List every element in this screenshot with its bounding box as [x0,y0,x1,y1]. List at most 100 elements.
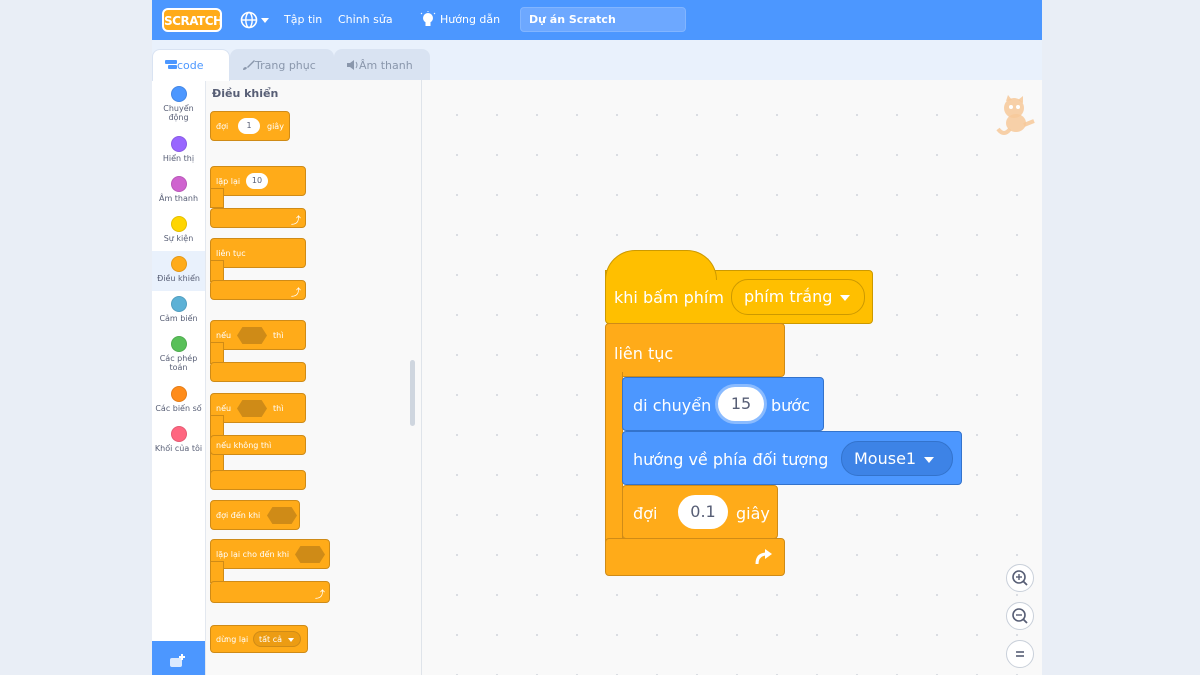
block-label: lặp lại [216,177,241,186]
category-color-dot [170,136,187,152]
c-block-foot: ⤴ [210,208,306,228]
globe-icon[interactable] [240,11,258,29]
c-block-foot: ⤴ [210,280,306,300]
chevron-down-icon [840,294,851,301]
lightbulb-icon[interactable] [420,11,436,29]
menu-edit[interactable]: Chỉnh sửa [338,0,393,40]
tab-costumes[interactable]: Trang phục [230,49,334,80]
zoom-out-button[interactable] [1006,602,1034,630]
palette-block-forever[interactable]: liên tục [210,238,306,268]
block-label: liên tục [216,249,246,258]
editor-tabs: Âm thanh Trang phục code [152,40,1042,81]
block-label: nếu không thì [216,441,272,450]
category-menu: Chuyển động Hiển thị Âm thanh Sự kiện Đi… [152,80,206,675]
tab-costumes-label: Trang phục [255,59,316,72]
block-label: nếu [216,404,232,413]
tab-code[interactable]: code [152,49,230,81]
category-label: Âm thanh [158,194,199,203]
zoom-reset-button[interactable] [1006,640,1034,668]
category-motion[interactable]: Chuyển động [152,86,205,122]
target-dropdown[interactable]: Mouse1 [841,441,953,476]
palette-block-if-else[interactable]: nếu thì [210,393,306,423]
control-wait-block[interactable]: đợi 0.1 giây [622,485,778,539]
else-bar: nếu không thì [210,435,306,455]
category-color-dot [170,336,187,352]
zoom-in-button[interactable] [1006,564,1034,592]
block-input[interactable]: 10 [246,173,268,189]
control-forever-block[interactable]: liên tục [605,323,785,377]
steps-input[interactable]: 15 [718,387,764,421]
project-title-input[interactable]: Dự án Scratch [520,7,686,32]
c-block-arm [210,342,224,364]
script-workspace[interactable]: khi bấm phím phím trắng liên tục di chuy… [422,80,1042,675]
motion-point-towards-block[interactable]: hướng về phía đối tượng Mouse1 [622,431,962,485]
category-control[interactable]: Điều khiển [152,251,205,291]
block-label: giây [736,504,770,523]
block-label: đợi đến khi [216,511,261,520]
menu-file[interactable]: Tập tin [284,0,322,40]
dropdown-value: phím trắng [744,287,833,306]
category-label: Khối của tôi [154,444,203,453]
block-label: nếu [216,331,232,340]
tab-sounds[interactable]: Âm thanh [334,49,430,80]
sprite-cat-icon [996,95,1035,135]
scratch-logo[interactable]: SCRATCH [162,8,223,32]
block-label: giây [267,122,284,131]
condition-slot[interactable] [237,400,267,417]
condition-slot[interactable] [295,546,325,563]
category-color-dot [170,216,187,232]
category-sensing[interactable]: Cảm biến [152,296,205,323]
category-sound[interactable]: Âm thanh [152,176,205,203]
add-extension-button[interactable] [152,641,205,675]
palette-block-repeat-until[interactable]: lặp lại cho đến khi [210,539,330,569]
code-icon [165,60,177,69]
loop-arrow-icon: ⤴ [291,216,301,227]
c-block-arm [210,188,224,208]
category-color-dot [170,426,187,442]
zoom-reset-icon [1016,651,1024,657]
category-color-dot [170,86,187,102]
zoom-in-icon [1012,570,1028,586]
menu-tutorials[interactable]: Hướng dẫn [440,0,500,40]
palette-block-wait[interactable]: đợi 1 giây [210,111,290,141]
category-label: Cảm biến [159,314,198,323]
scratch-editor: SCRATCH Tập tin Chỉnh sửa Hướng dẫn Dự á… [152,0,1042,675]
category-variables[interactable]: Các biến số [152,386,205,413]
language-caret-icon[interactable] [261,18,269,23]
tab-code-label: code [177,59,204,72]
block-input[interactable]: 1 [238,118,260,134]
palette-block-if[interactable]: nếu thì [210,320,306,350]
palette-block-repeat[interactable]: lặp lại 10 [210,166,306,196]
chevron-down-icon [287,637,294,642]
category-looks[interactable]: Hiển thị [152,136,205,163]
category-my-blocks[interactable]: Khối của tôi [152,426,205,453]
condition-slot[interactable] [267,507,297,524]
category-color-dot [170,296,187,312]
tab-sounds-label: Âm thanh [359,59,413,72]
category-label: Các phép toán [159,354,198,372]
stop-dropdown[interactable]: tất cả [253,631,301,647]
category-label: Sự kiện [163,234,194,243]
chevron-down-icon [924,456,935,463]
key-dropdown[interactable]: phím trắng [731,279,865,315]
block-label: thì [273,331,284,340]
speaker-icon [347,60,358,70]
forever-foot [605,538,785,576]
condition-slot[interactable] [237,327,267,344]
seconds-input[interactable]: 0.1 [678,495,728,529]
menu-bar: SCRATCH Tập tin Chỉnh sửa Hướng dẫn Dự á… [152,0,1042,40]
palette-heading: Điều khiển [212,87,279,100]
extension-icon [170,654,185,667]
category-color-dot [170,256,187,272]
motion-move-steps-block[interactable]: di chuyển 15 bước [622,377,824,431]
dropdown-value: Mouse1 [854,449,917,468]
block-palette: Điều khiển đợi 1 giây lặp lại 10 ⤴ liên … [206,80,422,675]
category-events[interactable]: Sự kiện [152,216,205,243]
category-operators[interactable]: Các phép toán [152,336,205,372]
block-label: di chuyển [633,396,712,415]
c-block-foot [210,362,306,382]
palette-scrollbar[interactable] [410,360,415,426]
forever-arm [605,372,623,544]
palette-block-stop[interactable]: dừng lại tất cả [210,625,308,653]
palette-block-wait-until[interactable]: đợi đến khi [210,500,300,530]
